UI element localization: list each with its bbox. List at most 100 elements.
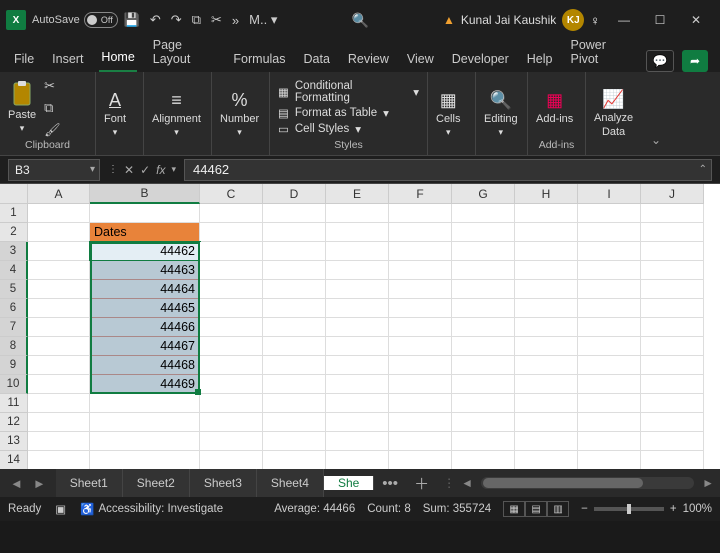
cell-F4[interactable] [389,261,452,280]
search-icon[interactable]: 🔍 [351,12,368,29]
col-header-G[interactable]: G [452,184,515,204]
cell-B4[interactable]: 44463 [90,261,200,280]
cell-E6[interactable] [326,299,389,318]
col-header-D[interactable]: D [263,184,326,204]
cell-F5[interactable] [389,280,452,299]
hscroll-left-icon[interactable]: ◄ [461,476,473,490]
cell-J14[interactable] [641,451,704,469]
col-header-C[interactable]: C [200,184,263,204]
tab-home[interactable]: Home [99,44,136,72]
row-header-3[interactable]: 3 [0,242,28,261]
cell-C2[interactable] [200,223,263,242]
cell-C11[interactable] [200,394,263,413]
cell-H1[interactable] [515,204,578,223]
cell-C8[interactable] [200,337,263,356]
cell-F9[interactable] [389,356,452,375]
cell-B10[interactable]: 44469 [90,375,200,394]
cut-icon[interactable]: ✂ [44,78,61,94]
cell-J12[interactable] [641,413,704,432]
spreadsheet-grid[interactable]: ABCDEFGHIJ 1234567891011121314 Dates4446… [0,184,720,469]
conditional-formatting-button[interactable]: ▦Conditional Formatting ▾ [278,80,419,104]
cell-G13[interactable] [452,432,515,451]
cell-D4[interactable] [263,261,326,280]
cell-B7[interactable]: 44466 [90,318,200,337]
formula-expand-icon[interactable]: ⌃ [699,164,707,175]
tab-file[interactable]: File [12,46,36,72]
cell-G7[interactable] [452,318,515,337]
cell-E14[interactable] [326,451,389,469]
cell-J8[interactable] [641,337,704,356]
cell-H3[interactable] [515,242,578,261]
cell-C4[interactable] [200,261,263,280]
cell-F10[interactable] [389,375,452,394]
cell-E9[interactable] [326,356,389,375]
cell-D11[interactable] [263,394,326,413]
cell-I10[interactable] [578,375,641,394]
row-header-4[interactable]: 4 [0,261,28,280]
tab-review[interactable]: Review [346,46,391,72]
cell-I2[interactable] [578,223,641,242]
cell-E4[interactable] [326,261,389,280]
cell-I14[interactable] [578,451,641,469]
cell-I8[interactable] [578,337,641,356]
cell-B6[interactable]: 44465 [90,299,200,318]
cell-C7[interactable] [200,318,263,337]
cell-J4[interactable] [641,261,704,280]
tab-insert[interactable]: Insert [50,46,85,72]
cell-C6[interactable] [200,299,263,318]
cell-E3[interactable] [326,242,389,261]
cell-B13[interactable] [90,432,200,451]
cell-B11[interactable] [90,394,200,413]
cell-A12[interactable] [28,413,90,432]
cancel-formula-icon[interactable]: ✕ [124,163,134,177]
sheet-tab-active[interactable]: She [324,476,374,490]
cell-I12[interactable] [578,413,641,432]
cell-J13[interactable] [641,432,704,451]
formula-input[interactable]: 44462 ⌃ [184,159,712,181]
cell-F1[interactable] [389,204,452,223]
redo-icon[interactable]: ↷ [171,12,182,28]
tab-view[interactable]: View [405,46,436,72]
cell-A13[interactable] [28,432,90,451]
format-painter-icon[interactable]: 🖌 [44,122,61,138]
lightbulb-icon[interactable]: ♀ [590,13,600,28]
hscroll-right-icon[interactable]: ► [702,476,720,490]
cell-G6[interactable] [452,299,515,318]
cell-D7[interactable] [263,318,326,337]
cell-J5[interactable] [641,280,704,299]
cell-C1[interactable] [200,204,263,223]
font-button[interactable]: AFont▾ [104,90,126,138]
cell-G4[interactable] [452,261,515,280]
copy-icon[interactable]: ⧉ [44,100,61,116]
cell-E5[interactable] [326,280,389,299]
analyze-data-button[interactable]: 📈AnalyzeData [594,89,633,138]
cut-icon[interactable]: ✂ [211,12,222,28]
cell-G10[interactable] [452,375,515,394]
row-header-12[interactable]: 12 [0,413,28,432]
row-header-5[interactable]: 5 [0,280,28,299]
cell-B5[interactable]: 44464 [90,280,200,299]
tab-page-layout[interactable]: Page Layout [151,32,218,72]
cell-A3[interactable] [28,242,90,261]
cell-D1[interactable] [263,204,326,223]
maximize-button[interactable]: ☐ [642,5,678,35]
cell-H4[interactable] [515,261,578,280]
cell-G5[interactable] [452,280,515,299]
cell-D14[interactable] [263,451,326,469]
cell-C3[interactable] [200,242,263,261]
cell-F12[interactable] [389,413,452,432]
cell-I3[interactable] [578,242,641,261]
cell-E11[interactable] [326,394,389,413]
row-header-14[interactable]: 14 [0,451,28,469]
cell-G1[interactable] [452,204,515,223]
undo-icon[interactable]: ↶ [150,12,161,28]
cell-D6[interactable] [263,299,326,318]
cell-E13[interactable] [326,432,389,451]
cell-J6[interactable] [641,299,704,318]
cell-I6[interactable] [578,299,641,318]
row-header-11[interactable]: 11 [0,394,28,413]
cell-F6[interactable] [389,299,452,318]
cell-J11[interactable] [641,394,704,413]
cell-H8[interactable] [515,337,578,356]
zoom-level[interactable]: 100% [683,503,712,515]
